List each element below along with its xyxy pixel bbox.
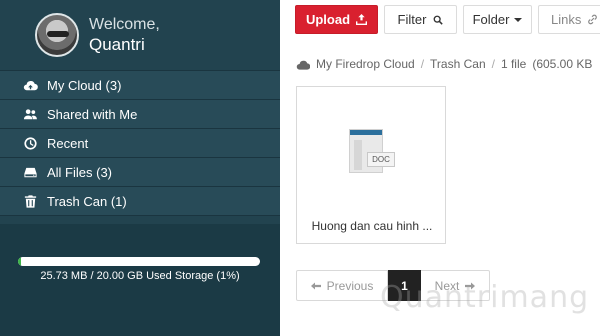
link-icon [588,14,598,25]
cloud-upload-icon [22,77,38,93]
breadcrumb: My Firedrop Cloud / Trash Can / 1 file (… [296,56,592,72]
sidebar-item-label: Trash Can (1) [47,193,127,209]
drive-icon [22,164,38,180]
breadcrumb-root[interactable]: My Firedrop Cloud [316,57,415,71]
file-count: 1 file [500,57,527,71]
previous-page-button[interactable]: Previous [296,270,388,301]
links-label: Links [551,12,582,27]
total-size: (605.00 KB [532,57,593,71]
sidebar-nav: My Cloud (3) Shared with Me Recent All F… [0,70,280,216]
sidebar-item-label: All Files (3) [47,164,113,180]
avatar[interactable] [35,13,79,57]
folder-button[interactable]: Folder [463,5,532,34]
sidebar-item-shared[interactable]: Shared with Me [0,100,280,129]
sidebar: Welcome, Quantri My Cloud (3) Shared wit… [0,0,280,336]
upload-label: Upload [305,12,351,27]
toolbar: Upload Filter Folder Links [280,0,600,40]
sidebar-item-my-cloud[interactable]: My Cloud (3) [0,71,280,100]
doc-page-topbar [350,130,382,135]
welcome-label: Welcome, [89,16,160,33]
file-type-tag: DOC [367,152,395,167]
sidebar-item-label: My Cloud (3) [47,77,122,93]
users-icon [22,106,38,122]
clock-icon [22,135,38,151]
watermark-logo: Quantrimang [380,280,590,315]
file-name: Huong dan cau hinh ... [311,219,433,233]
doc-file-icon: DOC [349,129,395,175]
links-button[interactable]: Links [538,5,600,34]
storage-progress-bar [18,257,260,266]
filter-label: Filter [397,12,427,27]
storage-text: 25.73 MB / 20.00 GB Used Storage (1%) [40,270,240,282]
username: Quantri [89,35,145,54]
cloud-icon [296,60,310,70]
sidebar-item-label: Shared with Me [47,106,138,122]
sidebar-item-label: Recent [47,135,89,151]
upload-icon [356,14,368,25]
folder-label: Folder [472,12,510,27]
search-icon [434,15,444,25]
upload-button[interactable]: Upload [295,5,378,34]
main-content: Upload Filter Folder Links My Firedrop C… [280,0,600,336]
arrow-left-icon [310,282,321,289]
breadcrumb-current[interactable]: Trash Can [430,57,486,71]
storage-panel: 25.73 MB / 20.00 GB Used Storage (1%) [0,224,280,336]
storage-progress-fill [18,257,21,266]
sidebar-item-recent[interactable]: Recent [0,129,280,158]
doc-page-column [354,140,362,170]
file-card[interactable]: DOC Huong dan cau hinh ... [296,86,446,244]
breadcrumb-separator: / [491,57,495,71]
previous-label: Previous [326,278,374,293]
chevron-down-icon [514,17,523,22]
filter-button[interactable]: Filter [384,5,457,34]
breadcrumb-separator: / [420,57,425,71]
welcome-text: Welcome, Quantri [89,15,160,55]
trash-icon [22,193,38,209]
user-profile[interactable]: Welcome, Quantri [0,0,280,70]
sidebar-item-all-files[interactable]: All Files (3) [0,158,280,187]
sidebar-item-trash[interactable]: Trash Can (1) [0,187,280,216]
